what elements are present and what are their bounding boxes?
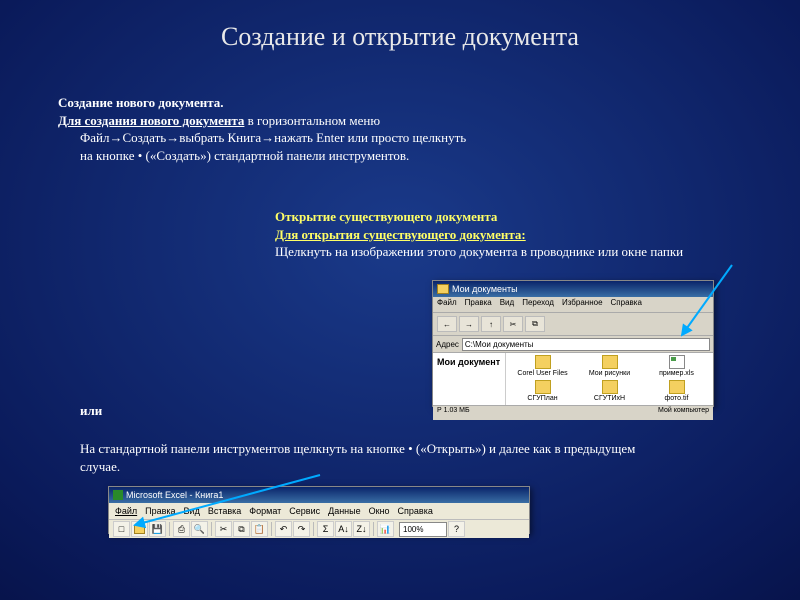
file-label: пример.xls [659, 370, 694, 377]
zoom-combo[interactable]: 100% [399, 522, 447, 537]
file-item[interactable]: фото.tif [644, 380, 709, 403]
excel-menu-item[interactable]: Сервис [289, 506, 320, 516]
open-document-section: Открытие существующего документа Для отк… [275, 208, 755, 261]
excel-titlebar: Microsoft Excel - Книга1 [109, 487, 529, 503]
file-item[interactable]: Corel User Files [510, 355, 575, 378]
section3-body: На стандартной панели инструментов щелкн… [80, 441, 635, 474]
paste-button[interactable]: 📋 [251, 521, 268, 537]
preview-button[interactable]: 🔍 [191, 521, 208, 537]
address-input[interactable] [462, 338, 710, 351]
excel-menu-item[interactable]: Данные [328, 506, 361, 516]
file-label: Corel User Files [517, 370, 567, 377]
status-right: Мой компьютер [658, 407, 709, 419]
or-label: или [80, 403, 102, 419]
explorer-statusbar: Р 1.03 МБ Мой компьютер [433, 405, 713, 420]
new-button[interactable]: □ [113, 521, 130, 537]
separator [313, 522, 314, 536]
explorer-toolbar: ← → ↑ ✂ ⧉ [433, 313, 713, 336]
explorer-menu-item[interactable]: Переход [522, 298, 554, 311]
separator [373, 522, 374, 536]
cut-button[interactable]: ✂ [503, 316, 523, 332]
chart-button[interactable]: 📊 [377, 521, 394, 537]
help-button[interactable]: ? [448, 521, 465, 537]
undo-button[interactable]: ↶ [275, 521, 292, 537]
separator [169, 522, 170, 536]
separator [211, 522, 212, 536]
excel-icon [113, 490, 123, 500]
folder-icon [535, 355, 551, 369]
file-item[interactable]: пример.xls [644, 355, 709, 378]
section1-line3: на кнопке • («Создать») стандартной пане… [58, 147, 528, 165]
slide-title: Создание и открытие документа [0, 0, 800, 52]
file-item[interactable]: Мои рисунки [577, 355, 642, 378]
explorer-menu-item[interactable]: Избранное [562, 298, 603, 311]
copy-button[interactable]: ⧉ [233, 521, 250, 537]
explorer-menu-item[interactable]: Вид [500, 298, 514, 311]
excel-menu-item[interactable]: Формат [249, 506, 281, 516]
back-button[interactable]: ← [437, 316, 457, 332]
explorer-window: Мои документы Файл Правка Вид Переход Из… [432, 280, 714, 407]
explorer-addressbar: Адрес [433, 336, 713, 353]
explorer-menubar: Файл Правка Вид Переход Избранное Справк… [433, 297, 713, 313]
sort-asc-button[interactable]: A↓ [335, 521, 352, 537]
up-button[interactable]: ↑ [481, 316, 501, 332]
section1-tail: в горизонтальном меню [244, 113, 380, 128]
separator [271, 522, 272, 536]
explorer-side-label: Мои документ [433, 353, 506, 405]
print-button[interactable]: ⎙ [173, 521, 190, 537]
cut-button[interactable]: ✂ [215, 521, 232, 537]
explorer-title: Мои документы [452, 284, 518, 294]
explorer-menu-item[interactable]: Правка [465, 298, 492, 311]
file-item[interactable]: СГУТИхН [577, 380, 642, 403]
section2-lead: Для открытия существующего документа: [275, 227, 526, 242]
folder-icon [602, 380, 618, 394]
address-label: Адрес [436, 340, 459, 349]
excel-title: Microsoft Excel - Книга1 [126, 490, 223, 500]
section1-lead: Для создания нового документа [58, 113, 244, 128]
open-folder-icon [134, 525, 145, 534]
file-label: фото.tif [665, 395, 689, 402]
excel-toolbar: □ 💾 ⎙ 🔍 ✂ ⧉ 📋 ↶ ↷ Σ A↓ Z↓ 📊 100% ? [109, 520, 529, 538]
section1-line2: Файл→Создать→выбрать Книга→нажать Enter … [58, 129, 528, 147]
save-button[interactable]: 💾 [149, 521, 166, 537]
status-left: Р 1.03 МБ [437, 407, 470, 419]
excel-file-icon [669, 355, 685, 369]
folder-icon [669, 380, 685, 394]
folder-icon [602, 355, 618, 369]
folder-icon [535, 380, 551, 394]
excel-menubar: Файл Правка Вид Вставка Формат Сервис Да… [109, 503, 529, 520]
file-label: Мои рисунки [589, 370, 630, 377]
file-label: СГУПлан [527, 395, 557, 402]
file-item[interactable]: СГУПлан [510, 380, 575, 403]
excel-menu-item[interactable]: Справка [398, 506, 433, 516]
create-document-section: Создание нового документа. Для создания … [58, 94, 528, 164]
explorer-menu-item[interactable]: Справка [611, 298, 642, 311]
explorer-titlebar: Мои документы [433, 281, 713, 297]
explorer-files: Corel User Files Мои рисунки пример.xls … [506, 353, 713, 405]
redo-button[interactable]: ↷ [293, 521, 310, 537]
sort-desc-button[interactable]: Z↓ [353, 521, 370, 537]
copy-button[interactable]: ⧉ [525, 316, 545, 332]
section1-heading: Создание нового документа. [58, 95, 224, 110]
open-button[interactable] [131, 521, 148, 537]
excel-window: Microsoft Excel - Книга1 Файл Правка Вид… [108, 486, 530, 534]
section2-body: Щелкнуть на изображении этого документа … [275, 244, 683, 259]
section2-heading: Открытие существующего документа [275, 209, 497, 224]
folder-icon [437, 284, 449, 294]
sum-button[interactable]: Σ [317, 521, 334, 537]
explorer-content: Мои документ Corel User Files Мои рисунк… [433, 353, 713, 405]
forward-button[interactable]: → [459, 316, 479, 332]
excel-menu-item[interactable]: Файл [115, 506, 137, 516]
excel-menu-item[interactable]: Правка [145, 506, 175, 516]
excel-menu-item[interactable]: Окно [369, 506, 390, 516]
zoom-value: 100% [403, 525, 423, 534]
explorer-menu-item[interactable]: Файл [437, 298, 457, 311]
file-label: СГУТИхН [594, 395, 625, 402]
excel-menu-item[interactable]: Вставка [208, 506, 241, 516]
open-via-toolbar-section: На стандартной панели инструментов щелкн… [80, 440, 640, 476]
excel-menu-item[interactable]: Вид [184, 506, 200, 516]
